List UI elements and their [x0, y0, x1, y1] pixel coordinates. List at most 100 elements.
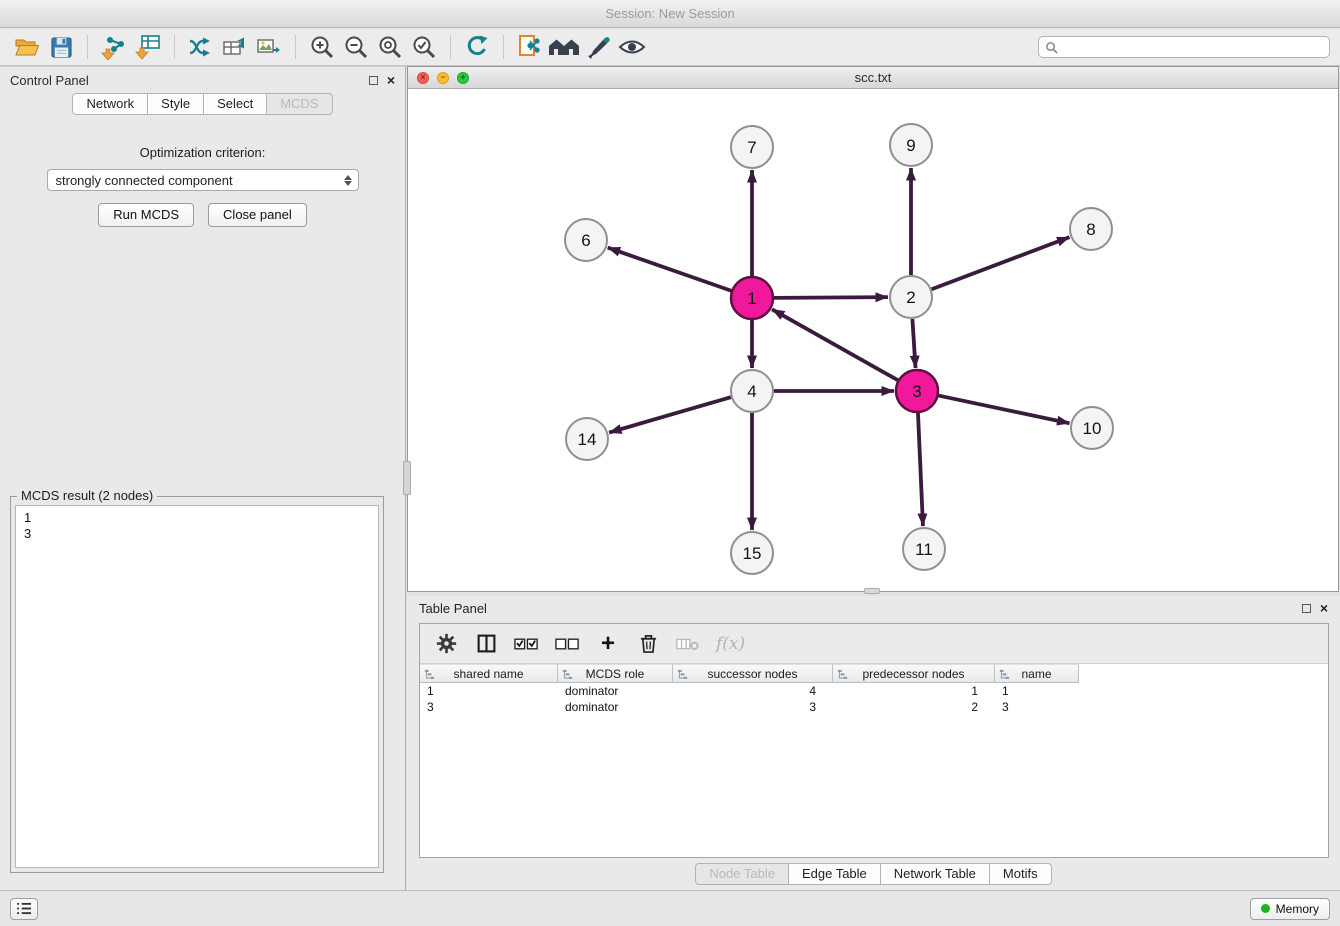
search-field[interactable]	[1038, 36, 1330, 58]
column-header-predecessor-nodes[interactable]: predecessor nodes	[833, 664, 995, 683]
network-window-titlebar[interactable]: scc.txt × − +	[408, 67, 1338, 89]
graph-node-4[interactable]: 4	[731, 370, 773, 412]
paint-style-icon[interactable]	[581, 32, 615, 62]
close-panel-icon[interactable]: ×	[387, 75, 395, 85]
float-table-panel-icon[interactable]	[1302, 604, 1311, 613]
main-toolbar	[0, 29, 1340, 66]
column-header-name[interactable]: name	[995, 664, 1079, 683]
tab-select[interactable]: Select	[204, 93, 267, 115]
refresh-icon[interactable]	[460, 32, 494, 62]
add-row-icon[interactable]: +	[596, 631, 620, 657]
memory-button[interactable]: Memory	[1250, 898, 1330, 920]
cell-predecessor-nodes[interactable]: 2	[833, 699, 995, 715]
graph-node-15[interactable]: 15	[731, 532, 773, 574]
splitter-handle-horizontal[interactable]	[864, 588, 880, 594]
clipboard-network-icon[interactable]	[513, 32, 547, 62]
cell-predecessor-nodes[interactable]: 1	[833, 683, 995, 699]
graph-node-3[interactable]: 3	[896, 370, 938, 412]
graph-node-2[interactable]: 2	[890, 276, 932, 318]
task-list-button[interactable]	[10, 898, 38, 920]
table-panel-title: Table Panel	[419, 601, 487, 616]
tab-mcds[interactable]: MCDS	[267, 93, 332, 115]
zoom-selected-icon[interactable]	[407, 32, 441, 62]
cell-mcds-role[interactable]: dominator	[558, 699, 673, 715]
mcds-result-box: MCDS result (2 nodes) 1 3	[10, 496, 384, 873]
eye-view-icon[interactable]	[615, 32, 649, 62]
graph-node-1[interactable]: 1	[731, 277, 773, 319]
tab-network[interactable]: Network	[72, 93, 148, 115]
cell-successor-nodes[interactable]: 4	[673, 683, 833, 699]
mcds-result-list[interactable]: 1 3	[15, 505, 379, 868]
column-header-mcds-role[interactable]: MCDS role	[558, 664, 673, 683]
svg-text:9: 9	[906, 136, 915, 155]
delete-table-icon[interactable]	[676, 631, 700, 657]
cell-mcds-role[interactable]: dominator	[558, 683, 673, 699]
home-pair-icon[interactable]	[547, 32, 581, 62]
export-image-icon[interactable]	[252, 32, 286, 62]
control-panel-title: Control Panel	[10, 73, 89, 88]
save-session-icon[interactable]	[44, 32, 78, 62]
mcds-result-line: 1	[24, 510, 370, 526]
column-tree-icon	[424, 669, 435, 680]
run-mcds-button[interactable]: Run MCDS	[98, 203, 194, 227]
column-header-successor-nodes[interactable]: successor nodes	[673, 664, 833, 683]
cell-shared-name[interactable]: 3	[420, 699, 558, 715]
tab-network-table[interactable]: Network Table	[881, 863, 990, 885]
zoom-fit-icon[interactable]	[373, 32, 407, 62]
zoom-in-icon[interactable]	[305, 32, 339, 62]
network-canvas-svg: 7 9 6 8 1 2 4 3 14 10 15 11	[408, 89, 1338, 591]
graph-edge-3-1[interactable]	[772, 309, 898, 380]
gear-icon[interactable]	[434, 631, 458, 657]
tab-style[interactable]: Style	[148, 93, 204, 115]
tab-motifs[interactable]: Motifs	[990, 863, 1052, 885]
cell-successor-nodes[interactable]: 3	[673, 699, 833, 715]
close-panel-button[interactable]: Close panel	[208, 203, 307, 227]
graph-edge-3-11[interactable]	[918, 413, 923, 526]
search-input[interactable]	[1062, 40, 1323, 54]
graph-node-11[interactable]: 11	[903, 528, 945, 570]
select-all-icon[interactable]	[514, 631, 539, 657]
deselect-all-icon[interactable]	[555, 631, 580, 657]
open-folder-icon[interactable]	[10, 32, 44, 62]
graph-edge-2-3[interactable]	[912, 319, 915, 368]
criterion-dropdown[interactable]: strongly connected component	[47, 169, 359, 191]
splitter-handle-vertical[interactable]	[403, 461, 411, 495]
tab-edge-table[interactable]: Edge Table	[789, 863, 881, 885]
toolbar-separator	[174, 35, 175, 59]
graph-edge-3-10[interactable]	[939, 396, 1070, 424]
table-row[interactable]: 3 dominator 3 2 3	[420, 699, 1328, 715]
float-panel-icon[interactable]	[369, 76, 378, 85]
table-panel-tabs: Node Table Edge Table Network Table Moti…	[695, 863, 1051, 885]
import-table-icon[interactable]	[131, 32, 165, 62]
cell-shared-name[interactable]: 1	[420, 683, 558, 699]
columns-icon[interactable]	[474, 631, 498, 657]
network-canvas[interactable]: 7 9 6 8 1 2 4 3 14 10 15 11	[408, 89, 1338, 591]
cell-name[interactable]: 3	[995, 699, 1079, 715]
graph-node-7[interactable]: 7	[731, 126, 773, 168]
close-table-panel-icon[interactable]: ×	[1320, 603, 1328, 613]
table-row[interactable]: 1 dominator 4 1 1	[420, 683, 1328, 699]
trash-icon[interactable]	[636, 631, 660, 657]
graph-node-10[interactable]: 10	[1071, 407, 1113, 449]
tab-node-table[interactable]: Node Table	[695, 863, 789, 885]
zoom-out-icon[interactable]	[339, 32, 373, 62]
graph-edge-2-8[interactable]	[932, 237, 1070, 289]
import-network-icon[interactable]	[97, 32, 131, 62]
column-header-shared-name[interactable]: shared name	[420, 664, 558, 683]
graph-edge-1-6[interactable]	[608, 248, 732, 291]
graph-node-8[interactable]: 8	[1070, 208, 1112, 250]
function-builder-icon[interactable]: f(x)	[716, 631, 745, 657]
graph-node-9[interactable]: 9	[890, 124, 932, 166]
export-table-icon[interactable]	[218, 32, 252, 62]
network-arrows-icon[interactable]	[184, 32, 218, 62]
toolbar-separator	[450, 35, 451, 59]
svg-text:11: 11	[915, 540, 933, 559]
graph-edge-4-14[interactable]	[609, 397, 731, 432]
window-title: Session: New Session	[605, 6, 734, 21]
graph-edge-1-2[interactable]	[774, 297, 888, 298]
column-tree-icon	[837, 669, 848, 680]
graph-node-14[interactable]: 14	[566, 418, 608, 460]
cell-name[interactable]: 1	[995, 683, 1079, 699]
table-panel: Table Panel ×	[407, 596, 1340, 890]
graph-node-6[interactable]: 6	[565, 219, 607, 261]
